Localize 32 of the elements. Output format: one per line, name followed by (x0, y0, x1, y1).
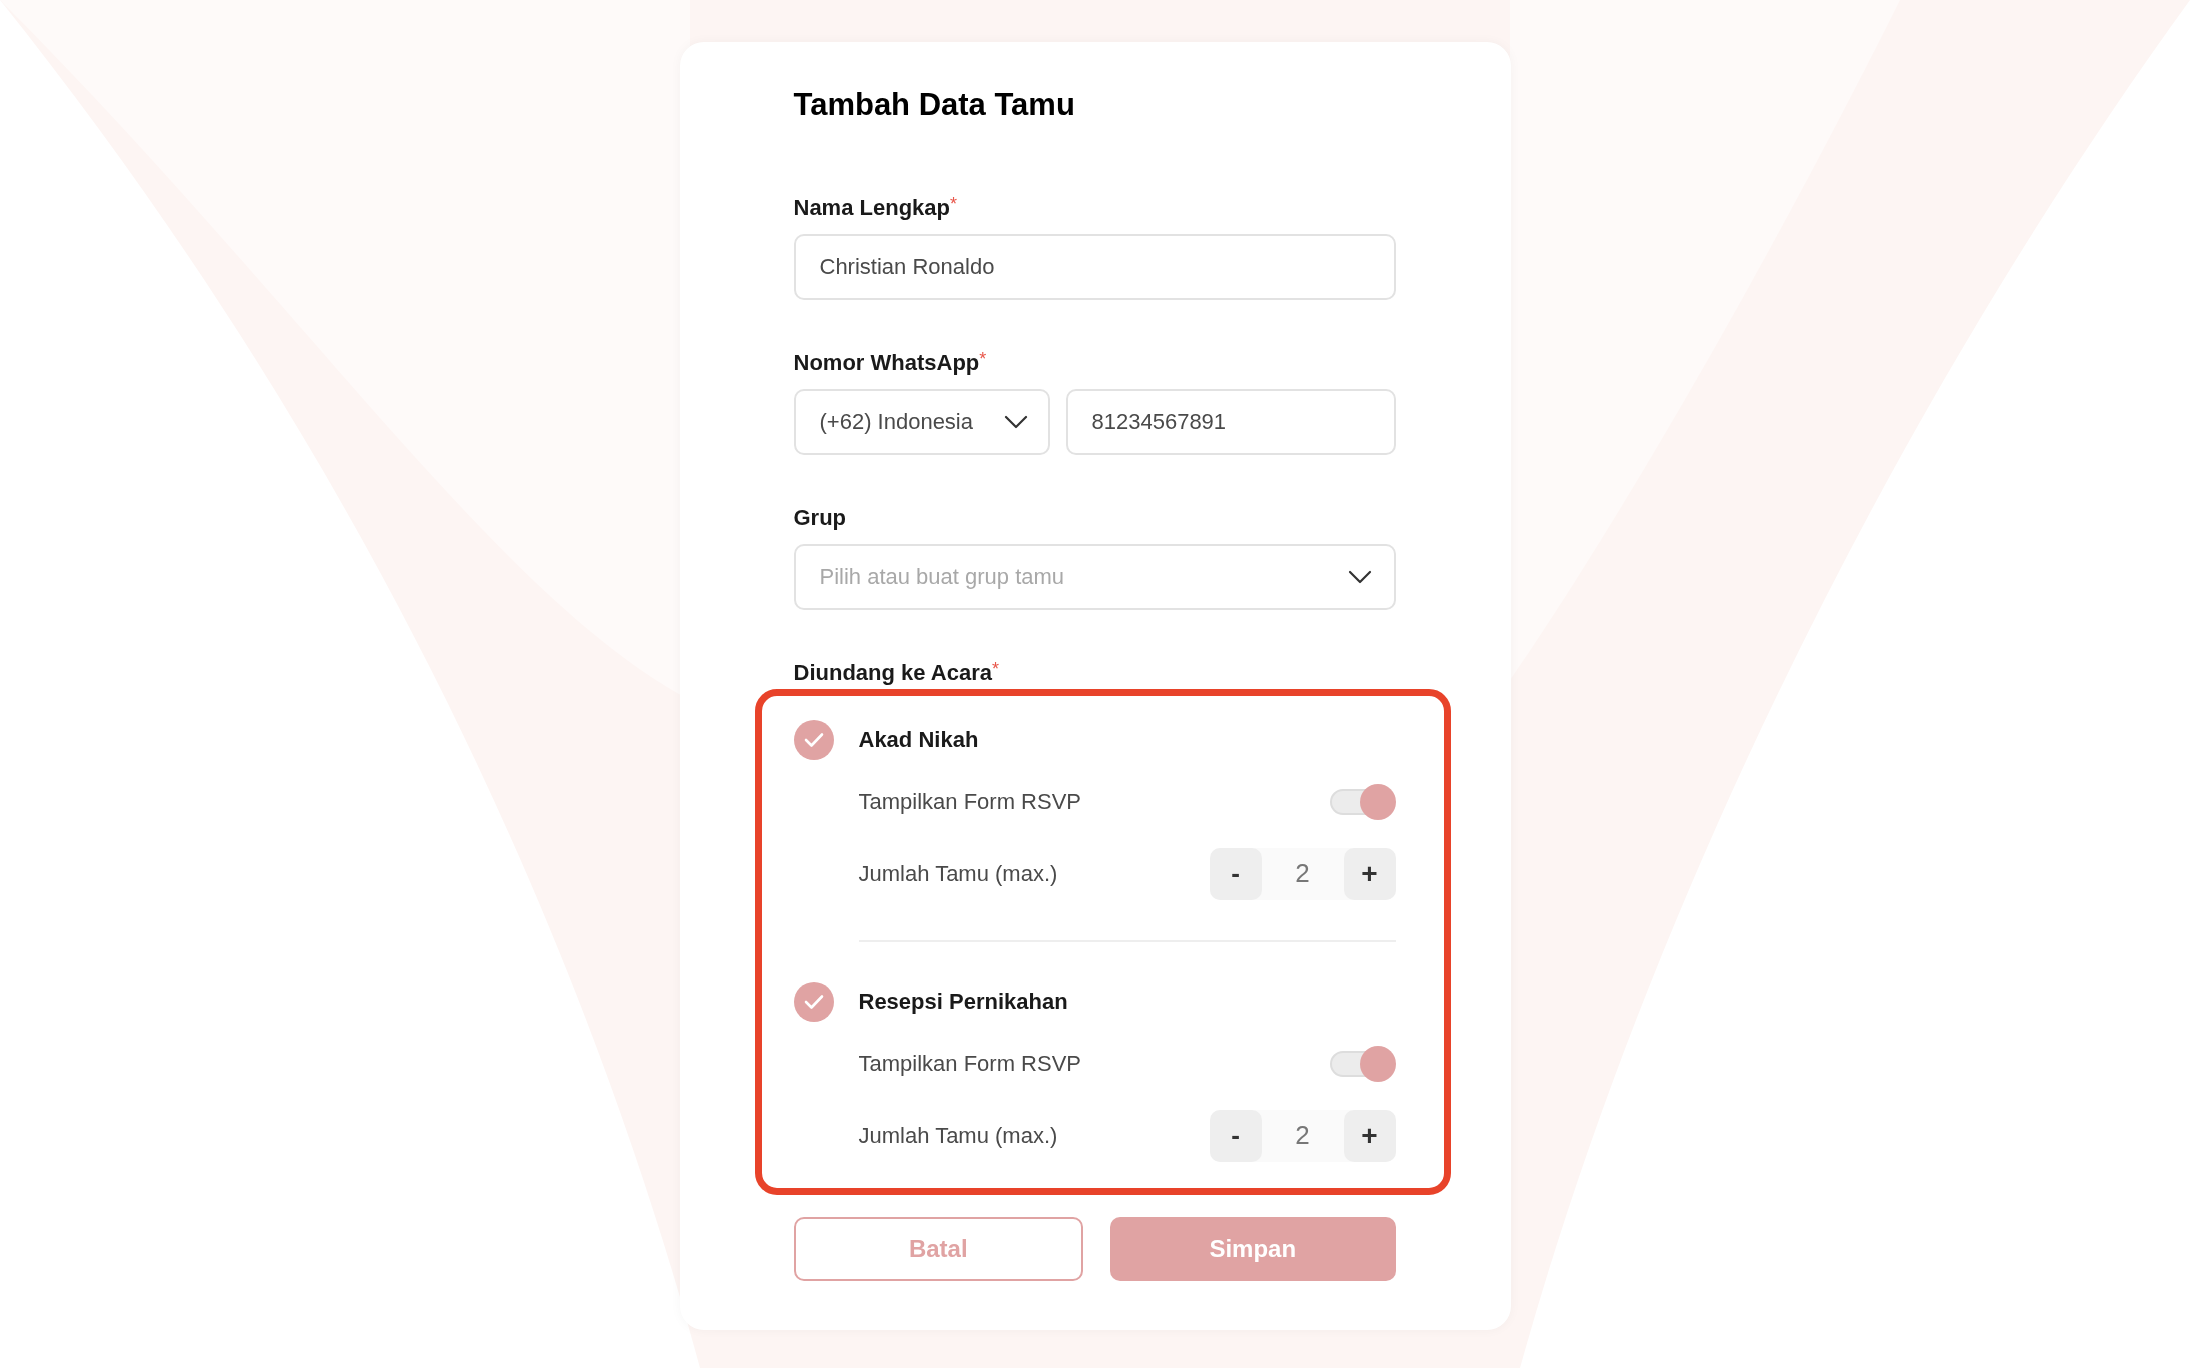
increment-button[interactable]: + (1343, 1109, 1396, 1162)
field-label: Nomor WhatsApp (793, 348, 980, 377)
chevron-down-icon (1003, 414, 1028, 429)
name-input[interactable]: Christian Ronaldo (793, 233, 1396, 300)
field-label: Diundang ke Acara (793, 658, 992, 687)
guest-count: 2 (1294, 1119, 1311, 1152)
group-select[interactable]: Pilih atau buat grup tamu (793, 543, 1396, 610)
event-name: Akad Nikah (858, 726, 979, 754)
check-icon (803, 731, 824, 748)
rsvp-label: Tampilkan Form RSVP (858, 1050, 1081, 1078)
form-title: Tambah Data Tamu (793, 86, 1076, 124)
increment-button[interactable]: + (1343, 847, 1396, 900)
field-label: Nama Lengkap (793, 193, 950, 222)
chevron-down-icon (1347, 569, 1372, 584)
required-mark: * (991, 657, 999, 679)
guest-count: 2 (1294, 857, 1311, 890)
toggle-switch[interactable] (1329, 783, 1396, 820)
phone-input[interactable]: 81234567891 (1065, 388, 1396, 455)
toggle-switch[interactable] (1329, 1045, 1396, 1082)
guests-label: Jumlah Tamu (max.) (858, 1122, 1058, 1150)
required-mark: * (979, 347, 987, 369)
decrement-button[interactable]: - (1209, 1109, 1262, 1162)
checkbox[interactable] (793, 981, 834, 1022)
country-select[interactable]: (+62) Indonesia (793, 388, 1050, 455)
checkbox[interactable] (793, 719, 834, 760)
check-icon (803, 993, 824, 1010)
field-label: Grup (793, 503, 847, 532)
rsvp-label: Tampilkan Form RSVP (858, 788, 1081, 816)
guests-label: Jumlah Tamu (max.) (858, 860, 1058, 888)
event-name: Resepsi Pernikahan (858, 988, 1068, 1016)
required-mark: * (950, 192, 957, 214)
decrement-button[interactable]: - (1209, 847, 1262, 900)
